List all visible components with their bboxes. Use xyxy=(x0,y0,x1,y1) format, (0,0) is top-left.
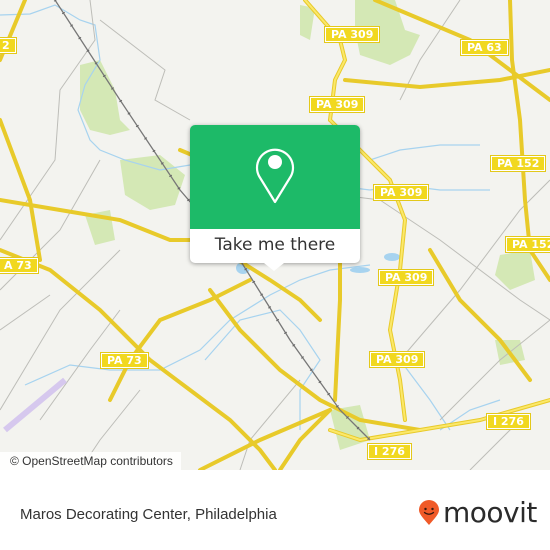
road-label: 2 xyxy=(0,37,17,54)
road-label: PA 73 xyxy=(100,352,149,369)
road-label: I 276 xyxy=(486,413,531,430)
road-label: PA 309 xyxy=(308,96,366,113)
footer: Maros Decorating Center, Philadelphia mo… xyxy=(0,470,550,550)
location-pin-icon xyxy=(255,148,295,204)
take-me-there-button[interactable]: Take me there xyxy=(190,229,360,263)
road-label: A 73 xyxy=(0,257,39,274)
popup-header xyxy=(190,125,360,229)
road-label: PA 63 xyxy=(460,39,509,56)
moovit-wordmark: moovit xyxy=(443,496,537,529)
location-popup: Take me there xyxy=(190,125,360,271)
map-view[interactable]: 2 PA 309 PA 63 PA 309 PA 152 PA 309 PA 1… xyxy=(0,0,550,470)
road-label: I 276 xyxy=(367,443,412,460)
moovit-logo[interactable]: moovit xyxy=(418,499,537,527)
road-label: PA 152 xyxy=(504,236,550,253)
moovit-smiley-pin-icon xyxy=(419,500,439,525)
place-name: Maros Decorating Center, Philadelphia xyxy=(20,506,277,523)
map-attribution[interactable]: © OpenStreetMap contributors xyxy=(0,452,181,470)
road-label: PA 309 xyxy=(372,184,430,201)
road-label: PA 152 xyxy=(489,155,547,172)
popup-pointer xyxy=(264,263,284,271)
road-label: PA 309 xyxy=(323,26,381,43)
road-label: PA 309 xyxy=(368,351,426,368)
road-label: PA 309 xyxy=(377,269,435,286)
